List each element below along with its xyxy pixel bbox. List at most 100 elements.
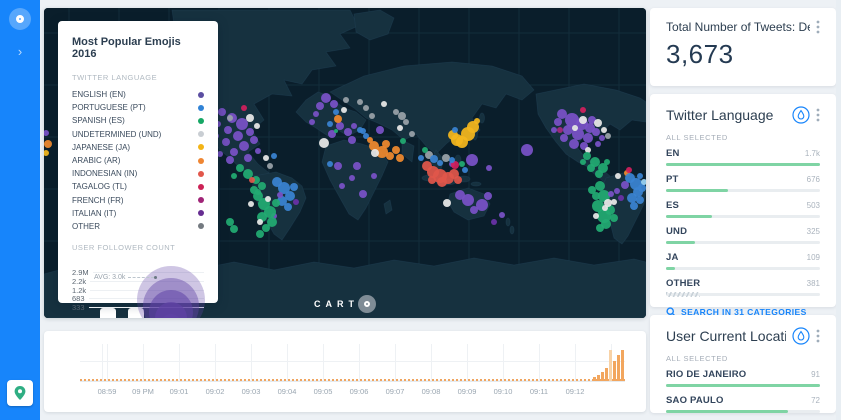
map-dot[interactable] [227, 115, 233, 121]
map-dot[interactable] [614, 188, 620, 194]
map-dot[interactable] [409, 131, 415, 137]
map-dot[interactable] [371, 149, 379, 157]
map-dot[interactable] [271, 153, 277, 159]
map-dot[interactable] [218, 108, 226, 116]
map-dot[interactable] [604, 159, 610, 165]
map-dot[interactable] [44, 130, 49, 136]
map-dot[interactable] [44, 140, 52, 148]
map-dot[interactable] [618, 195, 624, 201]
category-row[interactable]: ES503 [666, 200, 820, 218]
map-dot[interactable] [392, 146, 400, 154]
map-dot[interactable] [484, 192, 492, 200]
map-dot[interactable] [602, 205, 608, 211]
map-dot[interactable] [630, 202, 638, 210]
map-dot[interactable] [626, 167, 632, 173]
carto-rail-logo-icon[interactable] [9, 8, 31, 30]
map-dot[interactable] [222, 138, 230, 146]
map-dot[interactable] [557, 127, 563, 133]
map-dot[interactable] [611, 199, 617, 205]
map-dot[interactable] [249, 177, 255, 183]
map-dot[interactable] [246, 114, 254, 122]
sidebar-scrollbar[interactable] [836, 0, 841, 420]
map-dot[interactable] [344, 128, 352, 136]
map-dot[interactable] [363, 105, 369, 111]
map-dot[interactable] [641, 179, 646, 185]
map-dot[interactable] [593, 213, 599, 219]
map-dot[interactable] [615, 173, 621, 179]
map-dot[interactable] [334, 115, 342, 123]
map-dot[interactable] [246, 128, 254, 136]
map-dot[interactable] [263, 155, 269, 161]
map-dot[interactable] [452, 127, 458, 133]
location-widget-menu-button[interactable] [816, 329, 820, 343]
map-dot[interactable] [248, 201, 254, 207]
category-row[interactable]: SAO PAULO72 [666, 395, 820, 413]
map-dot[interactable] [592, 128, 600, 136]
location-autostyle-button[interactable] [792, 327, 810, 345]
map-dot[interactable] [230, 225, 238, 233]
language-autostyle-button[interactable] [792, 106, 810, 124]
map-dot[interactable] [422, 147, 428, 153]
map-dot[interactable] [594, 119, 602, 127]
map-dot[interactable] [588, 186, 596, 194]
map-dot[interactable] [521, 144, 533, 156]
map-canvas[interactable]: Most Popular Emojis 2016 TWITTER LANGUAG… [44, 8, 646, 318]
map-dot[interactable] [403, 119, 409, 125]
map-dot[interactable] [560, 134, 568, 142]
map-dot[interactable] [449, 157, 455, 163]
map-dot[interactable] [250, 186, 258, 194]
map-dot[interactable] [580, 107, 586, 113]
map-dot[interactable] [470, 206, 478, 214]
map-dot[interactable] [596, 224, 604, 232]
map-dot[interactable] [351, 123, 357, 129]
map-dot[interactable] [272, 199, 280, 207]
map-dot[interactable] [459, 161, 465, 167]
map-dot[interactable] [267, 163, 273, 169]
map-dot[interactable] [569, 139, 579, 149]
tweets-widget-menu-button[interactable] [816, 20, 820, 34]
map-dot[interactable] [348, 136, 356, 144]
map-dot[interactable] [255, 148, 261, 154]
map-dot[interactable] [290, 183, 298, 191]
map-dot[interactable] [601, 127, 607, 133]
map-dot[interactable] [309, 119, 315, 125]
map-dot[interactable] [610, 214, 618, 222]
category-row[interactable]: UND325 [666, 226, 820, 244]
map-dot[interactable] [357, 99, 363, 105]
map-dot[interactable] [580, 159, 586, 165]
map-dot[interactable] [265, 196, 271, 202]
map-dot[interactable] [327, 121, 333, 127]
map-dot[interactable] [341, 107, 347, 113]
map-dot[interactable] [256, 230, 264, 238]
map-dot[interactable] [334, 129, 338, 133]
map-dot[interactable] [462, 194, 474, 206]
map-dot[interactable] [360, 128, 366, 134]
map-dot[interactable] [381, 101, 387, 107]
map-dot[interactable] [382, 140, 390, 148]
map-dot[interactable] [319, 138, 329, 148]
map-dot[interactable] [44, 150, 49, 156]
map-dot[interactable] [454, 176, 462, 184]
map-dot[interactable] [437, 160, 443, 166]
map-dot[interactable] [250, 136, 258, 144]
map-dot[interactable] [239, 141, 249, 151]
map-dot[interactable] [437, 177, 447, 187]
map-dot[interactable] [462, 167, 468, 173]
map-dot[interactable] [397, 125, 403, 131]
map-dot[interactable] [334, 162, 342, 170]
map-dot[interactable] [608, 191, 614, 197]
map-dot[interactable] [284, 203, 292, 211]
map-dot[interactable] [343, 97, 349, 103]
map-dot[interactable] [486, 165, 492, 171]
category-row[interactable]: OTHER381 [666, 278, 820, 296]
map-dot[interactable] [499, 212, 505, 218]
category-row[interactable]: RIO DE JANEIRO91 [666, 369, 820, 387]
map-dot[interactable] [316, 102, 324, 110]
map-dot[interactable] [595, 141, 601, 147]
map-dot[interactable] [418, 155, 424, 161]
map-dot[interactable] [367, 137, 373, 143]
expand-chevron-icon[interactable]: › [0, 44, 40, 59]
basemap-switcher-button[interactable] [7, 380, 33, 406]
map-dot[interactable] [313, 111, 319, 117]
map-dot[interactable] [339, 183, 345, 189]
